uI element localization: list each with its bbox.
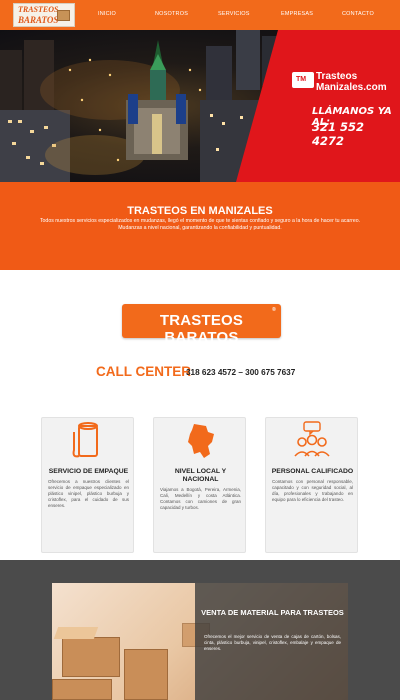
brand-badge-text: TM <box>296 76 307 83</box>
page: TRASTEOS BARATOS INICIO NOSOTROS SERVICI… <box>0 0 400 700</box>
nav-link-empresas[interactable]: EMPRESAS <box>281 11 313 17</box>
team-chat-icon <box>294 421 330 457</box>
nav-link-inicio[interactable]: INICIO <box>98 11 116 17</box>
nav-link-nosotros[interactable]: NOSOTROS <box>155 11 188 17</box>
service-text: Contamos con personal responsable, capac… <box>272 479 353 502</box>
service-card-empaque[interactable]: SERVICIO DE EMPAQUE Ofrecemos a nuestros… <box>41 417 134 553</box>
logo-line-1: TRASTEOS <box>18 5 59 14</box>
top-nav: TRASTEOS BARATOS INICIO NOSOTROS SERVICI… <box>0 0 400 30</box>
service-title: SERVICIO DE EMPAQUE <box>48 468 129 475</box>
logo-line-2: BARATOS <box>18 15 59 25</box>
brand-badge-icon: TM <box>292 72 314 88</box>
service-card-personal[interactable]: PERSONAL CALIFICADO Contamos con persona… <box>265 417 358 553</box>
brand-logo: TRASTEOS BARATOS ® <box>122 304 281 346</box>
call-center-label: CALL CENTER <box>96 364 192 379</box>
registered-mark: ® <box>272 307 276 313</box>
material-title: VENTA DE MATERIAL PARA TRASTEOS <box>201 608 344 617</box>
nav-link-contacto[interactable]: CONTACTO <box>342 11 374 17</box>
hero-banner: TM Trasteos Manizales.com LLÁMANOS YA AL… <box>0 30 400 182</box>
service-title: NIVEL LOCAL Y NACIONAL <box>174 468 227 483</box>
colombia-map-icon <box>188 424 214 458</box>
call-center-numbers[interactable]: 318 623 4572 – 300 675 7637 <box>186 368 295 377</box>
service-title: PERSONAL CALIFICADO <box>271 468 354 475</box>
nav-link-servicios[interactable]: SERVICIOS <box>218 11 250 17</box>
service-text: Ofrecemos a nuestros clientes el servici… <box>48 479 129 508</box>
hero-phone[interactable]: 321 552 4272 <box>312 120 400 148</box>
service-text: Viajamos a Bogotá, Pereira, Armenia, Cal… <box>160 487 241 510</box>
intro-text: Todos nuestros servicios especializados … <box>39 218 361 231</box>
intro-title: TRASTEOS EN MANIZALES <box>127 205 273 217</box>
box-icon <box>57 10 70 21</box>
site-logo[interactable]: TRASTEOS BARATOS <box>13 3 75 27</box>
hero-brand-line-2: Manizales.com <box>316 82 387 93</box>
brand-logo-text: TRASTEOS BARATOS <box>159 312 244 346</box>
hero-brand-line-1: Trasteos <box>316 71 358 82</box>
service-card-nacional[interactable]: NIVEL LOCAL Y NACIONAL Viajamos a Bogotá… <box>153 417 246 553</box>
paper-roll-icon <box>72 422 98 458</box>
material-text: Ofrecemos el mejor servicio de venta de … <box>204 634 341 651</box>
